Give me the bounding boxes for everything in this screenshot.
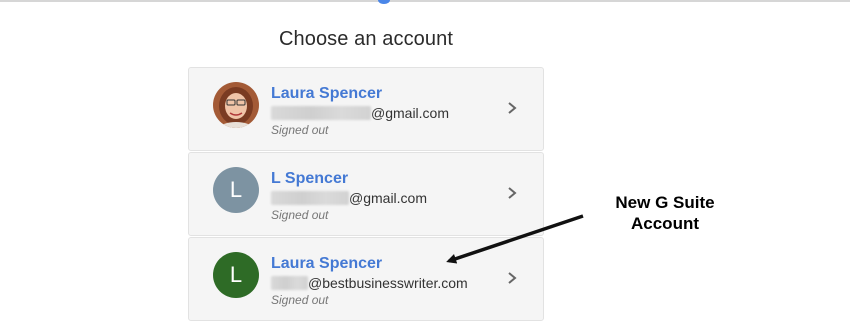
redacted-email-prefix <box>271 106 371 120</box>
account-email: @gmail.com <box>271 190 427 206</box>
redacted-email-prefix <box>271 276 308 290</box>
account-item-3[interactable]: L Laura Spencer @bestbusinesswriter.com … <box>188 237 544 321</box>
account-item-1[interactable]: Laura Spencer @gmail.com Signed out <box>188 67 544 151</box>
avatar-photo <box>213 82 259 128</box>
chevron-right-icon <box>508 187 517 199</box>
email-domain: @gmail.com <box>349 190 428 206</box>
account-name: Laura Spencer <box>271 255 383 272</box>
chevron-right-icon <box>508 272 517 284</box>
annotation-line-2: Account <box>631 214 699 233</box>
page-title: Choose an account <box>278 28 454 50</box>
account-list: Laura Spencer @gmail.com Signed out L L … <box>188 67 544 322</box>
top-divider <box>0 0 850 2</box>
progress-indicator <box>378 0 390 4</box>
account-name: L Spencer <box>271 170 349 187</box>
annotation-line-1: New G Suite <box>615 193 715 212</box>
avatar-letter: L <box>213 252 259 298</box>
account-status: Signed out <box>271 208 329 222</box>
account-status: Signed out <box>271 123 329 137</box>
annotation-callout: New G Suite Account <box>600 192 730 234</box>
account-item-2[interactable]: L L Spencer @gmail.com Signed out <box>188 152 544 236</box>
account-email: @bestbusinesswriter.com <box>271 275 468 291</box>
avatar-letter: L <box>213 167 259 213</box>
chevron-right-icon <box>508 102 517 114</box>
redacted-email-prefix <box>271 191 349 205</box>
email-domain: @gmail.com <box>371 105 450 121</box>
account-email: @gmail.com <box>271 105 449 121</box>
account-name: Laura Spencer <box>271 85 383 102</box>
account-status: Signed out <box>271 293 329 307</box>
avatar-initial: L <box>229 262 243 287</box>
email-domain: @bestbusinesswriter.com <box>308 275 468 291</box>
avatar-initial: L <box>229 177 243 202</box>
